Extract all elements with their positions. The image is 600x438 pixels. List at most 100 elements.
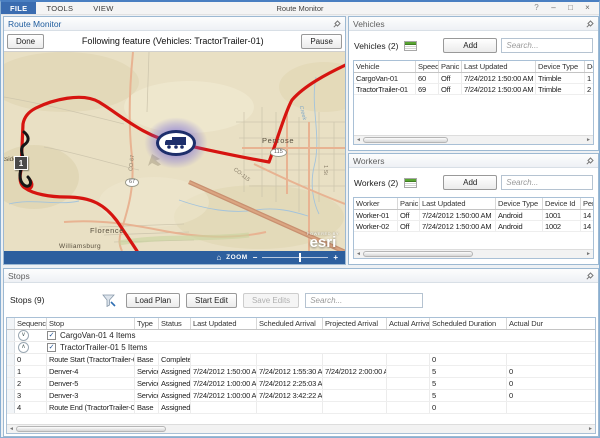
cell: Off xyxy=(439,73,462,83)
done-button[interactable]: Done xyxy=(7,34,44,49)
column-header[interactable]: Device Id xyxy=(543,198,581,209)
minimize-button[interactable]: – xyxy=(545,2,562,15)
tractortrailer-marker[interactable] xyxy=(156,130,196,156)
column-header[interactable]: Last Updated xyxy=(420,198,496,209)
filter-icon[interactable] xyxy=(102,294,116,307)
zoom-out-button[interactable]: − xyxy=(253,253,258,263)
column-header[interactable]: Scheduled Arrival xyxy=(257,318,323,329)
zoom-slider[interactable] xyxy=(262,257,328,258)
close-button[interactable]: × xyxy=(579,2,596,15)
map[interactable]: Penrose Florence Williamsburg Brookside … xyxy=(4,52,345,251)
workers-grid-body: Worker-01Off7/24/2012 1:50:00 AMAndroid1… xyxy=(354,210,593,232)
save-edits-button[interactable]: Save Edits xyxy=(243,293,299,308)
column-header[interactable]: Status xyxy=(159,318,191,329)
menu-file[interactable]: FILE xyxy=(1,2,36,14)
table-row[interactable]: 4Route End (TractorTrailer-01)BaseAssign… xyxy=(7,402,595,414)
add-vehicle-button[interactable]: Add xyxy=(443,38,497,53)
cell: 3 xyxy=(15,390,47,401)
scroll-left-icon[interactable]: ◄ xyxy=(354,251,363,257)
cell: 2 xyxy=(15,378,47,389)
load-plan-button[interactable]: Load Plan xyxy=(126,293,180,308)
stops-toolbar: Stops (9) Load Plan Start Edit Save Edit… xyxy=(4,283,598,317)
group-checkbox[interactable]: ✓ xyxy=(47,331,56,340)
group-checkbox[interactable]: ✓ xyxy=(47,343,56,352)
table-row[interactable]: Worker-02Off7/24/2012 1:50:00 AMAndroid1… xyxy=(354,221,593,232)
column-header[interactable]: Device Type xyxy=(536,61,585,72)
scroll-thumb[interactable] xyxy=(363,251,473,257)
workers-hscrollbar[interactable]: ◄ ► xyxy=(354,249,593,258)
home-icon[interactable]: ⌂ xyxy=(216,252,221,263)
column-header[interactable]: Per H xyxy=(581,198,593,209)
table-row[interactable]: 2Denver-5ServiceAssigned7/24/2012 1:00:0… xyxy=(7,378,595,390)
vehicles-search-input[interactable] xyxy=(501,38,593,53)
pin-icon[interactable] xyxy=(585,271,594,280)
map-label-williamsburg: Williamsburg xyxy=(59,243,101,250)
column-header[interactable]: Speed xyxy=(416,61,439,72)
row-gutter xyxy=(7,318,15,329)
esri-brand: esri xyxy=(307,236,339,249)
workers-count: Workers (2) xyxy=(354,178,398,188)
table-row[interactable]: 3Denver-3ServiceAssigned7/24/2012 1:00:0… xyxy=(7,390,595,402)
pin-icon[interactable] xyxy=(332,19,341,28)
column-header[interactable]: Last Updated xyxy=(191,318,257,329)
scroll-right-icon[interactable]: ► xyxy=(586,426,595,432)
scroll-thumb[interactable] xyxy=(16,426,166,432)
workers-search-input[interactable] xyxy=(501,175,593,190)
menu-tools[interactable]: TOOLS xyxy=(36,2,83,14)
column-header[interactable]: Device Type xyxy=(496,198,543,209)
column-header[interactable]: Type xyxy=(135,318,159,329)
table-row[interactable]: 0Route Start (TractorTrailer-01)BaseComp… xyxy=(7,354,595,366)
table-row[interactable]: CargoVan-0160Off7/24/2012 1:50:00 AMTrim… xyxy=(354,73,593,84)
cell: Assigned xyxy=(159,378,191,389)
table-row[interactable]: ∨✓CargoVan-01 4 Items xyxy=(7,330,595,342)
scroll-right-icon[interactable]: ► xyxy=(584,137,593,143)
cell: Service xyxy=(135,390,159,401)
column-header[interactable]: Projected Arrival xyxy=(323,318,387,329)
following-status-text: Following feature (Vehicles: TractorTrai… xyxy=(47,36,298,46)
group-expander-icon[interactable]: ∨ xyxy=(18,330,29,341)
start-edit-button[interactable]: Start Edit xyxy=(186,293,237,308)
row-gutter xyxy=(7,330,15,341)
stop-marker-1[interactable]: 1 xyxy=(14,156,28,170)
cell: 7/24/2012 1:50:00 AM xyxy=(191,366,257,377)
cell: Denver-3 xyxy=(47,390,135,401)
vehicles-hscrollbar[interactable]: ◄ ► xyxy=(354,135,593,144)
pause-button[interactable]: Pause xyxy=(301,34,342,49)
table-row[interactable]: TractorTrailer-0169Off7/24/2012 1:50:00 … xyxy=(354,84,593,95)
scroll-left-icon[interactable]: ◄ xyxy=(7,426,16,432)
column-header[interactable]: Panic xyxy=(398,198,420,209)
zoom-slider-thumb[interactable] xyxy=(299,253,301,262)
menu-view[interactable]: VIEW xyxy=(83,2,123,14)
column-header[interactable]: Actual Dur xyxy=(507,318,595,329)
table-row[interactable]: Worker-01Off7/24/2012 1:50:00 AMAndroid1… xyxy=(354,210,593,221)
help-button[interactable]: ? xyxy=(528,2,545,15)
cell: Denver-4 xyxy=(47,366,135,377)
zoom-in-button[interactable]: + xyxy=(333,253,338,263)
pin-icon[interactable] xyxy=(585,156,594,165)
column-header[interactable]: Scheduled Duration xyxy=(430,318,507,329)
menu-bar: FILE TOOLS VIEW Route Monitor ? – □ × xyxy=(1,2,599,15)
column-header[interactable]: Sequence xyxy=(15,318,47,329)
cell: 0 xyxy=(15,354,47,365)
scroll-left-icon[interactable]: ◄ xyxy=(354,137,363,143)
scroll-right-icon[interactable]: ► xyxy=(584,251,593,257)
scroll-thumb[interactable] xyxy=(363,137,448,143)
pin-icon[interactable] xyxy=(585,19,594,28)
cell: 7/24/2012 1:50:00 AM xyxy=(462,84,536,94)
stops-search-input[interactable] xyxy=(305,293,423,308)
column-header[interactable]: Stop xyxy=(47,318,135,329)
group-expander-icon[interactable]: ∧ xyxy=(18,342,29,353)
column-header[interactable]: Actual Arrival xyxy=(387,318,430,329)
add-worker-button[interactable]: Add xyxy=(443,175,497,190)
column-header[interactable]: Vehicle xyxy=(354,61,416,72)
column-header[interactable]: De xyxy=(585,61,593,72)
map-label-florence: Florence xyxy=(90,226,124,235)
maximize-button[interactable]: □ xyxy=(562,2,579,15)
table-row[interactable]: 1Denver-4ServiceAssigned7/24/2012 1:50:0… xyxy=(7,366,595,378)
window-controls: ? – □ × xyxy=(528,2,596,15)
column-header[interactable]: Panic xyxy=(439,61,462,72)
table-row[interactable]: ∧✓TractorTrailer-01 5 Items xyxy=(7,342,595,354)
stops-hscrollbar[interactable]: ◄ ► xyxy=(7,424,595,433)
column-header[interactable]: Worker xyxy=(354,198,398,209)
column-header[interactable]: Last Updated xyxy=(462,61,536,72)
